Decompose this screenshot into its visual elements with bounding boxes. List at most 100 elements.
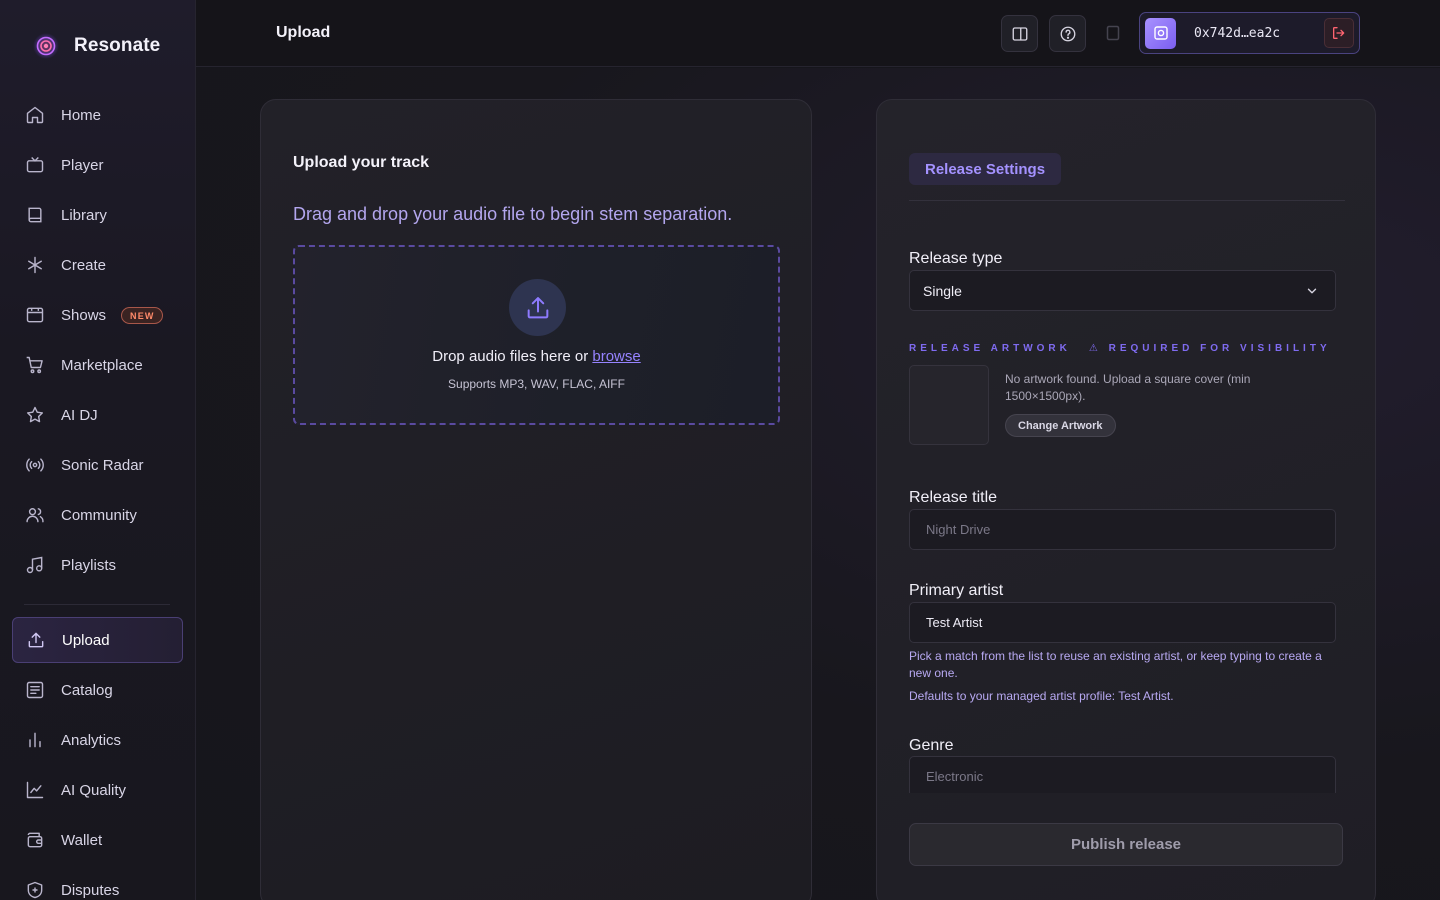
primary-artist-label: Primary artist	[909, 582, 1004, 599]
tab-release-settings[interactable]: Release Settings	[909, 153, 1062, 185]
sidebar-item-label: AI Quality	[61, 781, 127, 799]
sidebar-item-catalog[interactable]: Catalog	[12, 667, 183, 713]
sidebar-item-label: Community	[61, 506, 137, 524]
wallet-icon	[25, 830, 45, 850]
upload-icon	[509, 279, 566, 336]
sidebar-item-library[interactable]: Library	[12, 192, 183, 238]
upload-subtitle: Drag and drop your audio file to begin s…	[293, 204, 733, 224]
brand[interactable]: Resonate	[32, 32, 160, 60]
genre-placeholder: Electronic	[926, 769, 984, 784]
audio-dropzone[interactable]: Drop audio files here or browse Supports…	[293, 245, 780, 425]
panel-icon	[1012, 26, 1027, 41]
sidebar-item-analytics[interactable]: Analytics	[12, 717, 183, 763]
artist-help-text: Pick a match from the list to reuse an e…	[909, 649, 1322, 680]
sidebar-item-upload[interactable]: Upload	[12, 617, 183, 663]
sidebar-item-ai-dj[interactable]: AI DJ	[12, 392, 183, 438]
book-icon	[25, 205, 45, 225]
wallet-avatar	[1145, 17, 1176, 49]
bar-chart-icon	[25, 730, 45, 750]
release-title-input[interactable]: Night Drive	[909, 509, 1336, 550]
line-chart-icon	[25, 780, 45, 800]
sidebar-item-community[interactable]: Community	[12, 492, 183, 538]
sidebar-item-sonic-radar[interactable]: Sonic Radar	[12, 442, 183, 488]
sidebar-item-label: Catalog	[61, 681, 113, 699]
dropzone-text: Drop audio files here or browse	[295, 348, 778, 365]
primary-artist-input[interactable]: Test Artist	[909, 602, 1336, 643]
wallet-address: 0x742d…ea2c	[1194, 25, 1281, 41]
sidebar-item-label: Analytics	[61, 731, 122, 749]
sidebar-divider	[24, 604, 170, 605]
release-settings-card: Release Settings Release type Single REL…	[876, 99, 1376, 900]
chevron-down-icon	[1307, 288, 1317, 294]
artwork-heading-text: RELEASE ARTWORK	[909, 343, 1071, 354]
sidebar-item-label: Disputes	[61, 881, 120, 899]
sidebar-item-label: AI DJ	[61, 406, 98, 424]
release-type-label: Release type	[909, 250, 1003, 267]
asterisk-icon	[25, 255, 45, 275]
publish-release-button[interactable]: Publish release	[909, 823, 1343, 866]
sidebar-item-label: Wallet	[61, 831, 103, 849]
release-title-placeholder: Night Drive	[926, 522, 991, 537]
change-artwork-button[interactable]: Change Artwork	[1005, 414, 1116, 437]
music-note-icon	[25, 555, 45, 575]
tab-divider	[909, 200, 1345, 201]
sidebar-item-label: Upload	[62, 631, 110, 649]
brand-name: Resonate	[74, 35, 161, 56]
shield-icon	[25, 880, 45, 900]
home-icon	[25, 105, 45, 125]
primary-artist-value: Test Artist	[926, 615, 983, 630]
sidebar-item-wallet[interactable]: Wallet	[12, 817, 183, 863]
sidebar-item-disputes[interactable]: Disputes	[12, 867, 183, 900]
genre-field-wrapper: Electronic	[909, 756, 1339, 793]
wallet-avatar-icon	[1153, 26, 1168, 40]
top-header: Upload 0x742d…ea2c	[196, 0, 1440, 67]
upload-card: Upload your track Drag and drop your aud…	[260, 99, 812, 900]
artwork-warning: ⚠ REQUIRED FOR VISIBILITY	[1088, 343, 1331, 354]
new-badge: NEW	[121, 306, 163, 324]
sidebar-item-label: Playlists	[61, 556, 117, 574]
wallet-connection[interactable]: 0x742d…ea2c	[1139, 12, 1360, 54]
browse-link[interactable]: browse	[592, 348, 640, 365]
sidebar-item-home[interactable]: Home	[12, 92, 183, 138]
sidebar-item-ai-quality[interactable]: AI Quality	[12, 767, 183, 813]
release-type-select[interactable]: Single	[909, 270, 1336, 311]
supported-formats: Supports MP3, WAV, FLAC, AIFF	[448, 377, 625, 391]
artwork-heading: RELEASE ARTWORK ⚠ REQUIRED FOR VISIBILITY	[909, 343, 1331, 354]
radar-icon	[25, 455, 45, 475]
artwork-note: No artwork found. Upload a square cover …	[1005, 372, 1251, 403]
release-type-value: Single	[923, 282, 962, 299]
help-icon	[1060, 26, 1075, 41]
upload-icon	[26, 630, 46, 650]
sidebar-item-label: Marketplace	[61, 356, 143, 374]
list-icon	[25, 680, 45, 700]
sidebar-item-label: Library	[61, 206, 107, 224]
logout-icon	[1333, 27, 1345, 39]
help-button[interactable]	[1049, 15, 1086, 52]
release-title-label: Release title	[909, 489, 998, 506]
drop-instruction: Drop audio files here or	[432, 348, 589, 365]
artist-default-text: Defaults to your managed artist profile:…	[909, 689, 1174, 703]
upload-title: Upload your track	[293, 154, 430, 171]
sidebar-item-label: Player	[61, 156, 104, 174]
sidebar-item-shows[interactable]: Shows NEW	[12, 292, 183, 338]
resonate-logo-icon	[33, 33, 59, 59]
bookmark-icon[interactable]	[1106, 25, 1120, 41]
sidebar-item-playlists[interactable]: Playlists	[12, 542, 183, 588]
sidebar: Resonate Home Player Library Create Show…	[0, 0, 196, 900]
sidebar-item-create[interactable]: Create	[12, 242, 183, 288]
tv-icon	[25, 155, 45, 175]
logout-button[interactable]	[1324, 18, 1354, 48]
cart-icon	[25, 355, 45, 375]
users-icon	[25, 505, 45, 525]
genre-label: Genre	[909, 737, 954, 754]
artwork-thumbnail[interactable]	[909, 365, 989, 445]
sidebar-item-player[interactable]: Player	[12, 142, 183, 188]
sidebar-toggle-button[interactable]	[1001, 15, 1038, 52]
calendar-icon	[25, 305, 45, 325]
sidebar-item-marketplace[interactable]: Marketplace	[12, 342, 183, 388]
genre-input[interactable]: Electronic	[909, 756, 1336, 793]
sidebar-item-label: Create	[61, 256, 107, 274]
sidebar-item-label: Sonic Radar	[61, 456, 144, 474]
page-title: Upload	[276, 24, 331, 41]
star-icon	[25, 405, 45, 425]
